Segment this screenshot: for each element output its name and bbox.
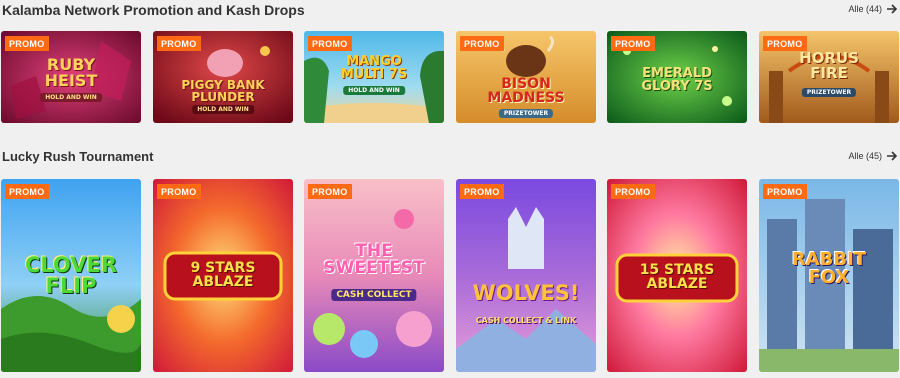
game-subtitle: CASH COLLECT & LINK [475, 316, 577, 325]
section-header-kalamba: Kalamba Network Promotion and Kash Drops… [0, 2, 900, 22]
game-thumbnail [456, 179, 596, 372]
game-title: Piggy Bank Plunder [181, 78, 265, 104]
promo-badge: PROMO [460, 184, 504, 199]
section-title: Lucky Rush Tournament [2, 149, 154, 164]
game-card-piggy-bank-plunder[interactable]: PROMO Piggy Bank Plunder HOLD AND WIN [153, 31, 293, 123]
game-title: 9 Stars Ablaze [190, 260, 256, 290]
game-card-bison-madness[interactable]: PROMO Bison Madness PRIZETOWER [456, 31, 596, 123]
game-card-horus-fire[interactable]: PROMO Horus Fire PRIZETOWER [759, 31, 899, 123]
game-row-kalamba: PROMO Ruby Heist HOLD AND WIN PROMO Pigg… [0, 31, 900, 123]
game-title: Rabbit Fox [791, 249, 867, 288]
game-title: Clover Flip [24, 253, 118, 298]
arrow-right-icon [887, 151, 898, 161]
arrow-right-icon [887, 4, 898, 14]
game-title: The Sweetest [323, 241, 425, 278]
promo-badge: PROMO [5, 36, 49, 51]
game-subtitle: HOLD AND WIN [343, 86, 405, 95]
game-card-9-stars-ablaze[interactable]: PROMO 9 Stars Ablaze [153, 179, 293, 372]
game-subtitle: PRIZETOWER [801, 88, 857, 97]
game-card-ruby-heist[interactable]: PROMO Ruby Heist HOLD AND WIN [1, 31, 141, 123]
game-title: Emerald Glory 7s [641, 66, 713, 94]
game-card-rabbit-fox[interactable]: PROMO Rabbit Fox [759, 179, 899, 372]
promo-badge: PROMO [5, 184, 49, 199]
see-all-label: Alle (44) [848, 4, 882, 14]
game-card-clover-flip[interactable]: PROMO Clover Flip [1, 179, 141, 372]
promo-badge: PROMO [308, 184, 352, 199]
see-all-link[interactable]: Alle (44) [848, 4, 898, 14]
game-subtitle: HOLD AND WIN [192, 105, 254, 114]
game-card-15-stars-ablaze[interactable]: PROMO 15 Stars Ablaze [607, 179, 747, 372]
promo-badge: PROMO [157, 184, 201, 199]
promo-badge: PROMO [611, 184, 655, 199]
game-title: Wolves! [472, 281, 580, 305]
game-title: 15 Stars Ablaze [639, 262, 715, 292]
section-header-lucky-rush: Lucky Rush Tournament Alle (45) [0, 149, 900, 169]
promo-badge: PROMO [611, 36, 655, 51]
promo-badge: PROMO [460, 36, 504, 51]
game-title: Mango Multi 7s [340, 54, 408, 82]
section-title: Kalamba Network Promotion and Kash Drops [2, 2, 305, 18]
game-subtitle: CASH COLLECT [331, 289, 417, 301]
promo-badge: PROMO [157, 36, 201, 51]
game-title: Ruby Heist [44, 55, 98, 90]
promo-badge: PROMO [763, 184, 807, 199]
see-all-label: Alle (45) [848, 151, 882, 161]
game-card-emerald-glory-7s[interactable]: PROMO Emerald Glory 7s [607, 31, 747, 123]
game-card-wolves[interactable]: PROMO Wolves! CASH COLLECT & LINK [456, 179, 596, 372]
game-title: Horus Fire [799, 49, 859, 82]
game-subtitle: HOLD AND WIN [40, 93, 102, 102]
game-row-lucky-rush: PROMO Clover Flip PROMO 9 Stars Ablaze P… [0, 179, 900, 372]
see-all-link[interactable]: Alle (45) [848, 151, 898, 161]
promo-badge: PROMO [308, 36, 352, 51]
game-card-the-sweetest[interactable]: PROMO The Sweetest CASH COLLECT [304, 179, 444, 372]
game-card-mango-multi-7s[interactable]: PROMO Mango Multi 7s HOLD AND WIN [304, 31, 444, 123]
game-subtitle: PRIZETOWER [498, 109, 554, 118]
game-title: Bison Madness [487, 76, 565, 106]
